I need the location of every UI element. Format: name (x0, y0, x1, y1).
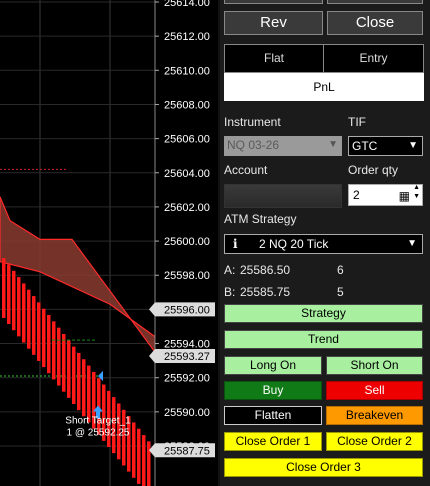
chevron-down-icon: ▼ (408, 140, 418, 151)
price-tick-label: 25608.00 (164, 99, 210, 111)
position-header: Flat Entry (224, 44, 424, 73)
candle-bar (142, 435, 146, 486)
candle-bar (17, 277, 21, 337)
account-label: Account (224, 163, 268, 177)
instrument-value: NQ 03-26 (227, 138, 280, 152)
row-b-price: 25585.75 (240, 285, 291, 299)
price-marker-flag: 25587.75 (149, 443, 215, 458)
candle-bar (2, 258, 6, 318)
price-tick-label: 25614.00 (164, 0, 210, 9)
pnl-display: PnL (224, 73, 424, 101)
row-b-qty: 5 (337, 285, 344, 299)
close-order-2-button[interactable]: Close Order 2 (326, 432, 423, 451)
price-tick-label: 25612.00 (164, 31, 210, 43)
candle-bar (62, 333, 66, 392)
price-marker-label: 25587.75 (164, 445, 210, 457)
atm-strategy-select[interactable]: i 2 NQ 20 Tick ▼ (224, 234, 423, 254)
instrument-select[interactable]: NQ 03-26 ▼ (224, 136, 342, 156)
breakeven-button[interactable]: Breakeven (326, 406, 423, 425)
strategy-button[interactable]: Strategy (224, 304, 423, 323)
candle-bar (82, 359, 86, 417)
price-marker-flag: 25596.00 (149, 302, 215, 317)
top-button-right[interactable] (327, 0, 423, 4)
tif-label: TIF (348, 115, 366, 129)
candle-bar (147, 441, 151, 486)
price-marker-label: 25593.27 (164, 351, 210, 363)
account-select[interactable] (224, 184, 342, 208)
close-order-1-button[interactable]: Close Order 1 (224, 432, 322, 451)
price-tick-label: 25602.00 (164, 202, 210, 214)
chevron-down-icon: ▼ (407, 238, 417, 249)
rev-button[interactable]: Rev (224, 11, 323, 35)
price-tick-label: 25598.00 (164, 270, 210, 282)
price-tick-label: 25600.00 (164, 236, 210, 248)
price-tick-label: 25594.00 (164, 339, 210, 351)
short-on-button[interactable]: Short On (326, 356, 423, 375)
price-marker-flag: 25593.27 (149, 349, 215, 364)
price-tick-label: 25610.00 (164, 65, 210, 77)
order-qty-label: Order qty (348, 163, 399, 177)
candle-bar (42, 308, 46, 368)
info-icon[interactable]: i (233, 235, 238, 253)
candle-bar (7, 264, 11, 325)
flatten-button[interactable]: Flatten (224, 406, 322, 425)
chevron-down-icon: ▼ (328, 139, 338, 150)
candle-bar (32, 296, 36, 355)
entry-label: Entry (359, 51, 388, 65)
flat-label: Flat (225, 45, 324, 72)
price-tick-label: 25590.00 (164, 407, 210, 419)
candle-bar (132, 422, 136, 478)
target-label-line2: 1 @ 25592.25 (67, 427, 130, 438)
order-panel: Rev Close Flat Entry PnL Instrument TIF … (218, 0, 430, 486)
candle-bar (22, 283, 26, 343)
price-tick-label: 25606.00 (164, 134, 210, 146)
price-marker-label: 25596.00 (164, 304, 210, 316)
price-chart[interactable]: Short Target_1 1 @ 25592.25 25614.00 25612.… (0, 0, 218, 486)
atm-strategy-value: 2 NQ 20 Tick (259, 237, 329, 251)
candle-bar (12, 270, 16, 331)
sell-button[interactable]: Sell (326, 381, 423, 400)
row-a-qty: 6 (337, 263, 344, 277)
candle-bar (27, 289, 31, 349)
candle-bar (137, 428, 141, 484)
trend-button[interactable]: Trend (224, 330, 423, 349)
candle-bar (87, 365, 91, 423)
order-qty-value: 2 (353, 188, 360, 202)
row-a-price: 25586.50 (240, 263, 291, 277)
atm-strategy-label: ATM Strategy (224, 212, 297, 226)
candle-bar (52, 321, 56, 380)
close-order-3-button[interactable]: Close Order 3 (224, 458, 423, 477)
row-a-label: A: (224, 263, 236, 277)
candle-bar (67, 340, 71, 398)
candle-bar (72, 346, 76, 404)
candle-bar (47, 315, 51, 374)
buy-button[interactable]: Buy (224, 381, 322, 400)
long-on-button[interactable]: Long On (224, 356, 322, 375)
candle-bar (37, 302, 41, 361)
tif-select[interactable]: GTC ▼ (348, 136, 423, 156)
row-b-label: B: (224, 285, 236, 299)
order-qty-input[interactable]: 2 ▦ ▲ ▼ (348, 184, 423, 206)
calculator-icon[interactable]: ▦ (399, 186, 410, 206)
tif-value: GTC (352, 139, 378, 153)
target-label-line1: Short Target_1 (65, 415, 131, 426)
price-tick-label: 25592.00 (164, 373, 210, 385)
price-tick-label: 25604.00 (164, 168, 210, 180)
chart-canvas[interactable]: Short Target_11 @ 25592.25 25614.00 25612.… (0, 0, 218, 486)
spinner-icon[interactable]: ▲ ▼ (413, 183, 420, 201)
close-button[interactable]: Close (327, 11, 423, 35)
candle-bar (57, 327, 61, 386)
top-button-left[interactable] (224, 0, 323, 4)
instrument-label: Instrument (224, 115, 281, 129)
candle-bar (77, 352, 81, 411)
